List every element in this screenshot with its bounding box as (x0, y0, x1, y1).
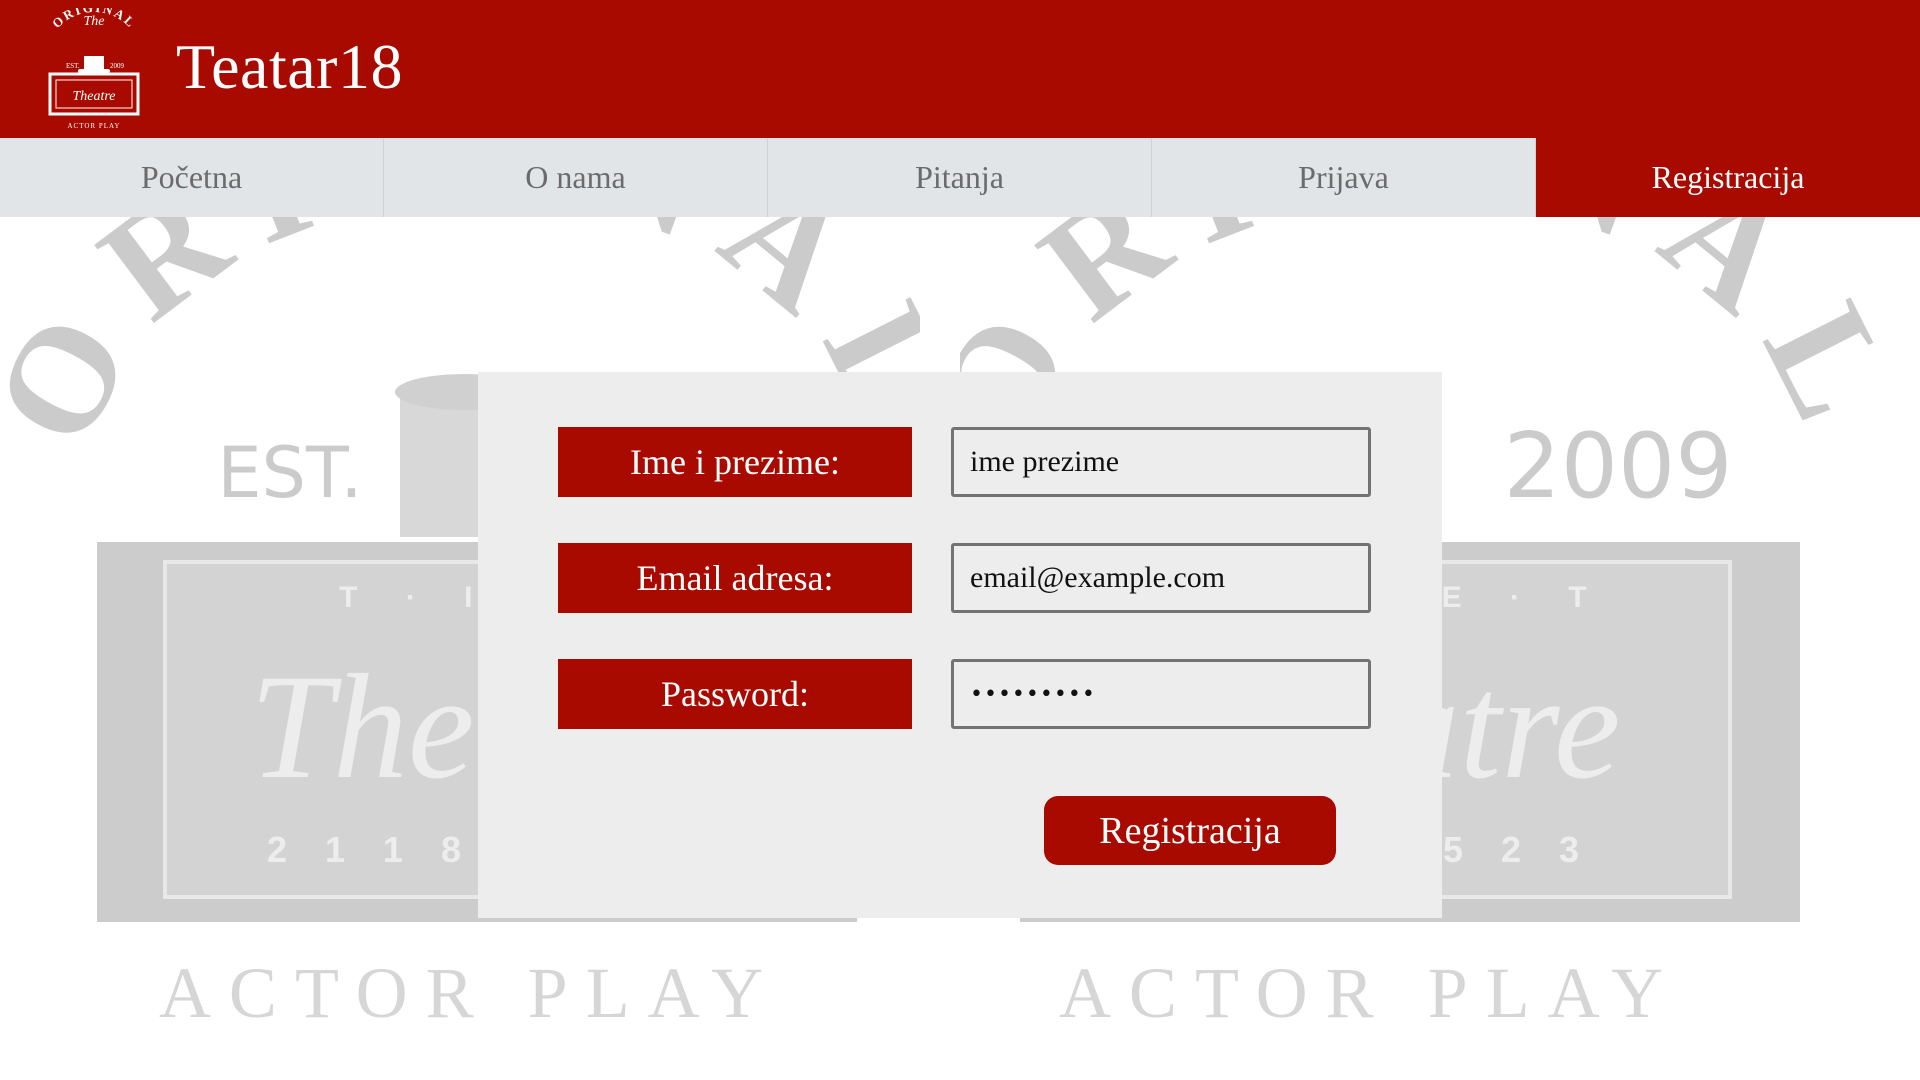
email-label: Email adresa: (558, 543, 912, 613)
watermark-actor-play-text-right: ACTOR PLAY (1059, 953, 1681, 1033)
watermark-est-text: EST. (217, 432, 362, 514)
site-title: Teatar18 (176, 31, 403, 102)
password-row: Password: (558, 659, 1378, 729)
nav-item-o-nama[interactable]: O nama (384, 138, 768, 217)
email-input[interactable] (951, 543, 1371, 613)
main-navigation: Početna O nama Pitanja Prijava Registrac… (0, 138, 1920, 217)
watermark-year-text: 2009 (1503, 414, 1732, 519)
logo-the-text: The (84, 14, 105, 29)
registration-form: Ime i prezime: Email adresa: Password: R… (478, 372, 1442, 918)
password-input[interactable] (951, 659, 1371, 729)
watermark-actor-play-text: ACTOR PLAY (159, 953, 781, 1033)
logo-actor-play-text: ACTOR PLAY (68, 122, 121, 130)
register-button[interactable]: Registracija (1044, 796, 1336, 865)
nav-item-pitanja[interactable]: Pitanja (768, 138, 1152, 217)
logo-theatre-text: Theatre (72, 89, 115, 104)
name-input[interactable] (951, 427, 1371, 497)
name-label: Ime i prezime: (558, 427, 912, 497)
logo-year-text: 2009 (110, 62, 125, 70)
site-header: The ORIGINAL EST. 2009 Theatre ACTOR PLA… (0, 0, 1920, 138)
theatre-logo-icon[interactable]: The ORIGINAL EST. 2009 Theatre ACTOR PLA… (36, 8, 152, 132)
nav-item-pocetna[interactable]: Početna (0, 138, 384, 217)
nav-item-registracija[interactable]: Registracija (1536, 138, 1920, 217)
password-label: Password: (558, 659, 912, 729)
nav-item-prijava[interactable]: Prijava (1152, 138, 1536, 217)
name-row: Ime i prezime: (558, 427, 1378, 497)
email-row: Email adresa: (558, 543, 1378, 613)
logo-est-text: EST. (66, 62, 80, 70)
